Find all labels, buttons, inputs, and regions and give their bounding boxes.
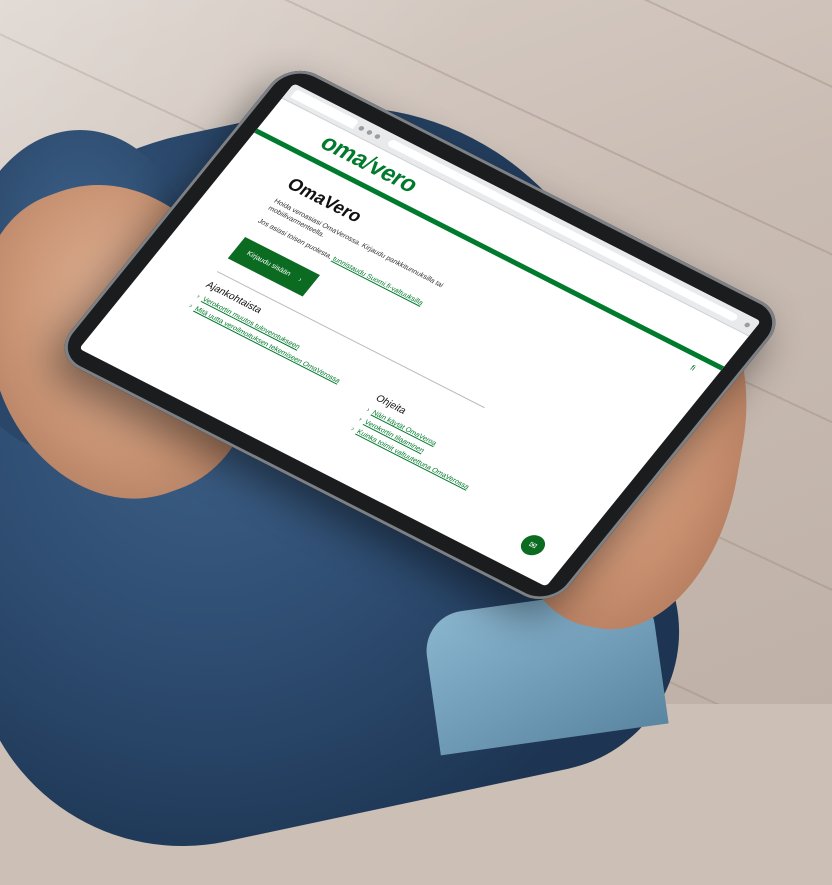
bullet-icon: › bbox=[349, 426, 356, 433]
bullet-icon: › bbox=[187, 303, 194, 310]
guides: Ohjeita › Näin käytät OmaVeroa › Verokorti… bbox=[346, 394, 497, 496]
list-item: › Verokortin muutos tuloverotukseen bbox=[195, 294, 349, 376]
back-icon[interactable] bbox=[357, 124, 366, 132]
chevron-right-icon: › bbox=[296, 276, 303, 284]
current-topics: Ajankohtaista › Verokortin muutos tulover… bbox=[161, 280, 360, 417]
forward-icon[interactable] bbox=[365, 128, 374, 136]
bullet-icon: › bbox=[194, 293, 202, 301]
menu-icon[interactable] bbox=[743, 321, 752, 328]
list-item: › Verokortin tilaaminen bbox=[357, 417, 478, 482]
bullet-icon: › bbox=[356, 416, 364, 424]
login-button-label: Kirjaudu sisään bbox=[244, 250, 292, 278]
bullet-icon: › bbox=[364, 407, 372, 414]
reload-icon[interactable] bbox=[373, 133, 382, 140]
